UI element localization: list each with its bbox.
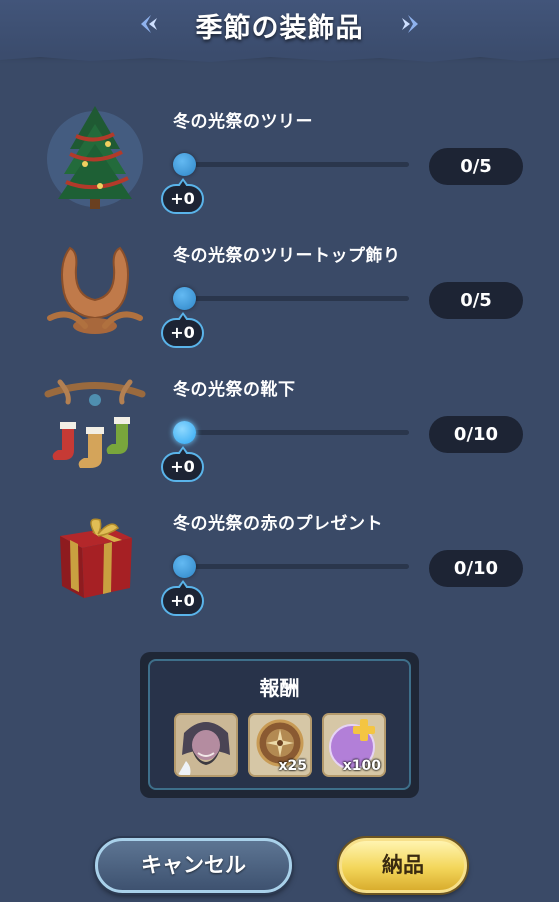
- header-bar: 季節の装飾品: [0, 0, 559, 54]
- red-gift-icon: [60, 518, 132, 598]
- page-title: 季節の装飾品: [195, 13, 364, 44]
- item-row-tree: 冬の光祭のツリー +0 0/5: [0, 104, 559, 234]
- reward-quantity: x100: [342, 758, 381, 774]
- item-row-treetop: 冬の光祭のツリートップ飾り +0 0/5: [0, 238, 559, 368]
- christmas-tree-icon: [47, 106, 143, 209]
- quantity-bubble: +0: [161, 184, 204, 214]
- owned-count: 0/10: [429, 550, 523, 587]
- reward-item-character[interactable]: [174, 713, 238, 777]
- owned-count: 0/5: [429, 282, 523, 319]
- submit-button[interactable]: 納品: [339, 838, 467, 893]
- right-ornament-icon: [402, 15, 418, 33]
- reward-item-emblem[interactable]: x25: [248, 713, 312, 777]
- quantity-bubble: +0: [161, 452, 204, 482]
- quantity-slider-track[interactable]: [183, 162, 409, 167]
- quantity-bubble: +0: [161, 318, 204, 348]
- antler-ornament-icon: [47, 246, 143, 334]
- item-row-stockings: 冬の光祭の靴下 +0 0/10: [0, 372, 559, 502]
- item-name: 冬の光祭の赤のプレゼント: [173, 514, 383, 534]
- reward-item-orb[interactable]: x100: [322, 713, 386, 777]
- quantity-slider-handle[interactable]: [173, 421, 196, 444]
- header-torn-edge: [0, 54, 559, 62]
- quantity-slider-track[interactable]: [183, 430, 409, 435]
- owned-count: 0/10: [429, 416, 523, 453]
- bubble-pointer-inner: [179, 449, 187, 455]
- cancel-button[interactable]: キャンセル: [95, 838, 292, 893]
- bubble-pointer-inner: [179, 181, 187, 187]
- quantity-slider-handle[interactable]: [173, 555, 196, 578]
- character-portrait-icon: [176, 715, 236, 775]
- bubble-pointer-inner: [179, 315, 187, 321]
- item-name: 冬の光祭の靴下: [173, 380, 296, 400]
- quantity-bubble: +0: [161, 586, 204, 616]
- item-row-present: 冬の光祭の赤のプレゼント +0 0/10: [0, 506, 559, 636]
- bubble-pointer-inner: [179, 583, 187, 589]
- reward-title: 報酬: [259, 676, 300, 700]
- item-name: 冬の光祭のツリー: [173, 112, 313, 132]
- quantity-slider-handle[interactable]: [173, 287, 196, 310]
- item-name: 冬の光祭のツリートップ飾り: [173, 246, 401, 266]
- quantity-slider-track[interactable]: [183, 564, 409, 569]
- quantity-slider-track[interactable]: [183, 296, 409, 301]
- owned-count: 0/5: [429, 148, 523, 185]
- quantity-slider-handle[interactable]: [173, 153, 196, 176]
- stockings-icon: [44, 379, 146, 468]
- reward-quantity: x25: [278, 758, 307, 774]
